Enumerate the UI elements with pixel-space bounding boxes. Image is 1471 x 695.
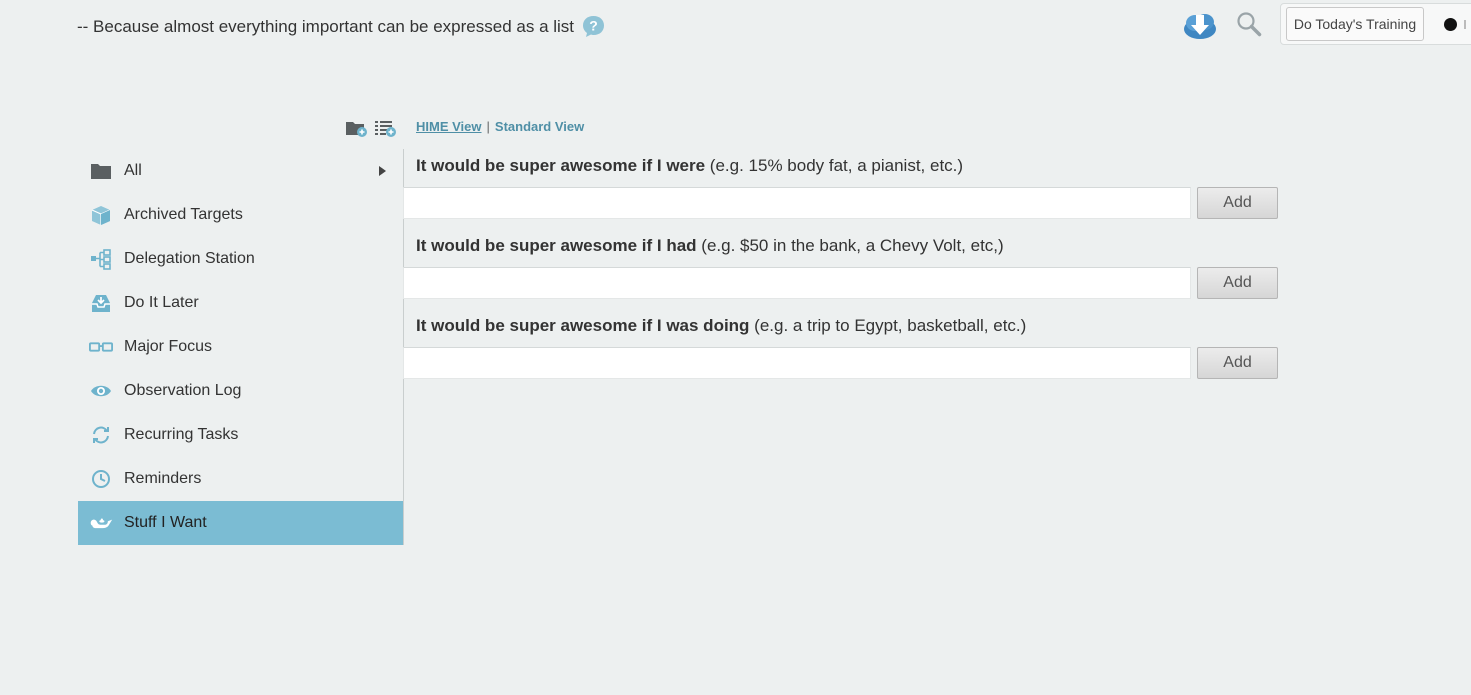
sidebar-item-reminders[interactable]: Reminders bbox=[78, 457, 403, 501]
download-icon[interactable] bbox=[1183, 9, 1217, 41]
prompt-bold: It would be super awesome if I had bbox=[416, 236, 697, 255]
sidebar-item-observation-log[interactable]: Observation Log bbox=[78, 369, 403, 413]
sidebar-item-label: Stuff I Want bbox=[124, 514, 207, 531]
wish-input-had[interactable] bbox=[403, 267, 1191, 299]
sidebar-item-label: Major Focus bbox=[124, 338, 213, 355]
wish-section-doing: It would be super awesome if I was doing… bbox=[403, 312, 1283, 392]
sidebar-item-recurring-tasks[interactable]: Recurring Tasks bbox=[78, 413, 403, 457]
prompt-example: (e.g. a trip to Egypt, basketball, etc.) bbox=[749, 316, 1027, 335]
inbox-icon bbox=[89, 291, 113, 315]
entry-row: Add bbox=[403, 187, 1283, 232]
section-prompt: It would be super awesome if I had (e.g.… bbox=[403, 232, 1283, 267]
view-separator: | bbox=[486, 119, 490, 134]
sidebar-item-major-focus[interactable]: Major Focus bbox=[78, 325, 403, 369]
sidebar-item-do-it-later[interactable]: Do It Later bbox=[78, 281, 403, 325]
sidebar-item-label: Reminders bbox=[124, 470, 202, 487]
eye-icon bbox=[89, 379, 113, 403]
section-prompt: It would be super awesome if I were (e.g… bbox=[403, 152, 1283, 187]
status-dot[interactable] bbox=[1444, 18, 1457, 31]
new-folder-icon[interactable] bbox=[345, 119, 368, 137]
box-icon bbox=[89, 203, 113, 227]
sidebar-item-label: Observation Log bbox=[124, 382, 242, 399]
section-prompt: It would be super awesome if I was doing… bbox=[403, 312, 1283, 347]
tagline: -- Because almost everything important c… bbox=[77, 15, 605, 38]
search-icon[interactable] bbox=[1236, 11, 1262, 37]
entry-row: Add bbox=[403, 347, 1283, 392]
prompt-bold: It would be super awesome if I was doing bbox=[416, 316, 750, 335]
glasses-icon bbox=[89, 335, 113, 359]
sidebar-item-label: Recurring Tasks bbox=[124, 426, 239, 443]
status-dot-tail bbox=[1464, 20, 1471, 29]
wish-input-were[interactable] bbox=[403, 187, 1191, 219]
do-todays-training-button[interactable]: Do Today's Training bbox=[1286, 7, 1424, 41]
sidebar-item-stuff-i-want[interactable]: Stuff I Want bbox=[78, 501, 403, 545]
hime-view-link[interactable]: HIME View bbox=[416, 119, 482, 134]
sidebar-item-label: Delegation Station bbox=[124, 250, 255, 267]
add-button[interactable]: Add bbox=[1197, 187, 1278, 219]
clock-icon bbox=[89, 467, 113, 491]
entry-row: Add bbox=[403, 267, 1283, 312]
add-button[interactable]: Add bbox=[1197, 347, 1278, 379]
org-chart-icon bbox=[89, 247, 113, 271]
help-icon[interactable]: ? bbox=[582, 15, 605, 38]
expand-arrow-icon[interactable] bbox=[379, 166, 386, 176]
wish-section-had: It would be super awesome if I had (e.g.… bbox=[403, 232, 1283, 312]
tagline-text: -- Because almost everything important c… bbox=[77, 16, 575, 36]
sidebar-item-label: Archived Targets bbox=[124, 206, 243, 223]
view-switcher: HIME View | Standard View bbox=[416, 119, 584, 134]
wish-input-doing[interactable] bbox=[403, 347, 1191, 379]
prompt-example: (e.g. 15% body fat, a pianist, etc.) bbox=[705, 156, 964, 175]
new-list-icon[interactable] bbox=[374, 119, 397, 137]
sidebar-item-label: Do It Later bbox=[124, 294, 199, 311]
standard-view-link[interactable]: Standard View bbox=[495, 119, 584, 134]
prompt-bold: It would be super awesome if I were bbox=[416, 156, 706, 175]
genie-lamp-icon bbox=[89, 511, 113, 535]
sidebar-item-all[interactable]: All bbox=[78, 149, 403, 193]
refresh-icon bbox=[89, 423, 113, 447]
sidebar: All Archived Targets Delegation Station … bbox=[78, 149, 404, 545]
sidebar-tools bbox=[345, 119, 397, 137]
app-page: -- Because almost everything important c… bbox=[0, 0, 1471, 695]
wish-section-were: It would be super awesome if I were (e.g… bbox=[403, 152, 1283, 232]
sidebar-item-archived-targets[interactable]: Archived Targets bbox=[78, 193, 403, 237]
add-button[interactable]: Add bbox=[1197, 267, 1278, 299]
svg-text:?: ? bbox=[589, 18, 598, 34]
sidebar-item-label: All bbox=[124, 162, 142, 179]
sidebar-item-delegation-station[interactable]: Delegation Station bbox=[78, 237, 403, 281]
folder-icon bbox=[89, 159, 113, 183]
prompt-example: (e.g. $50 in the bank, a Chevy Volt, etc… bbox=[696, 236, 1004, 255]
